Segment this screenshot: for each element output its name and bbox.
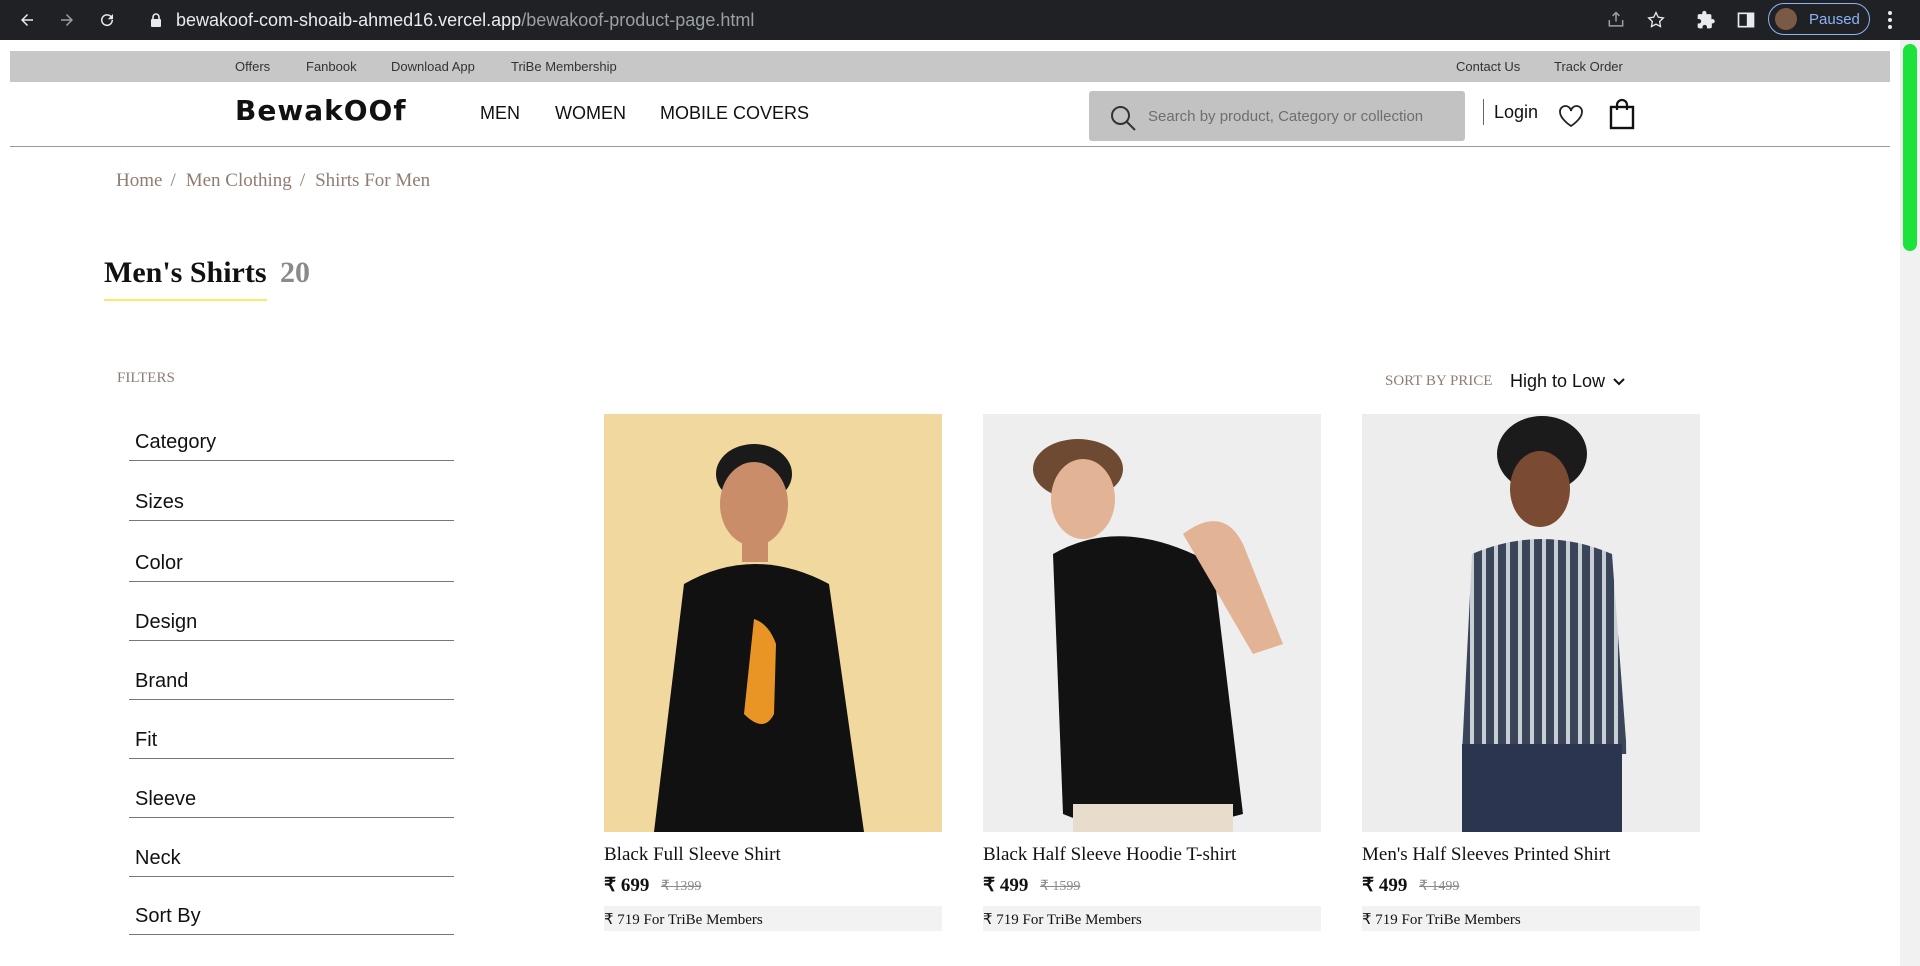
tribe-price-badge: ₹ 719 For TriBe Members: [604, 906, 942, 931]
product-name[interactable]: Men's Half Sleeves Printed Shirt: [1362, 844, 1610, 866]
filter-label: Category: [135, 431, 217, 453]
extensions-icon[interactable]: [1694, 8, 1718, 32]
logo[interactable]: BewakOOf: [235, 94, 407, 127]
scrollbar-thumb[interactable]: [1903, 44, 1917, 251]
product-image[interactable]: [983, 414, 1321, 832]
share-icon[interactable]: [1604, 8, 1628, 32]
top-strip: Offers Fanbook Download App TriBe Member…: [10, 51, 1890, 82]
filter-sleeve[interactable]: Sleeve: [129, 774, 454, 818]
filter-label: Design: [135, 611, 198, 633]
filter-sizes[interactable]: Sizes: [129, 477, 454, 521]
wishlist-heart-icon[interactable]: [1557, 103, 1585, 129]
search-bar[interactable]: Search by product, Category or collectio…: [1089, 91, 1465, 141]
login-link[interactable]: Login: [1494, 102, 1538, 123]
topstrip-offers[interactable]: Offers: [235, 59, 270, 74]
reload-icon[interactable]: [94, 7, 120, 33]
filter-label: Sort By: [135, 905, 201, 927]
shopping-bag-icon[interactable]: [1607, 98, 1637, 130]
search-icon: [1111, 106, 1136, 131]
filter-label: Fit: [135, 729, 158, 751]
product-image[interactable]: [604, 414, 942, 832]
nav-men[interactable]: MEN: [480, 103, 520, 124]
product-mrp: ₹ 1399: [661, 879, 702, 894]
filter-label: Sizes: [135, 491, 184, 513]
product-price: ₹ 699: [604, 875, 650, 896]
page: Offers Fanbook Download App TriBe Member…: [0, 40, 1920, 966]
filter-fit[interactable]: Fit: [129, 715, 454, 759]
filter-brand[interactable]: Brand: [129, 656, 454, 700]
breadcrumb: Home / Men Clothing / Shirts For Men: [116, 170, 431, 191]
filter-neck[interactable]: Neck: [129, 833, 454, 877]
side-panel-icon[interactable]: [1734, 8, 1758, 32]
lock-icon: [151, 13, 161, 27]
tribe-price-text: ₹ 719 For TriBe Members: [983, 912, 1142, 928]
nav-women[interactable]: WOMEN: [555, 103, 626, 124]
search-input[interactable]: Search by product, Category or collectio…: [1148, 108, 1423, 125]
product-price: ₹ 499: [1362, 875, 1408, 896]
product-count: 20: [280, 256, 310, 289]
filter-design[interactable]: Design: [129, 597, 454, 641]
tribe-price-badge: ₹ 719 For TriBe Members: [983, 906, 1321, 931]
filter-color[interactable]: Color: [129, 538, 454, 582]
tribe-price-text: ₹ 719 For TriBe Members: [1362, 912, 1521, 928]
tribe-price-badge: ₹ 719 For TriBe Members: [1362, 906, 1700, 931]
sort-label: SORT BY PRICE: [1385, 373, 1493, 389]
filter-label: Color: [135, 552, 183, 574]
filter-label: Neck: [135, 847, 181, 869]
page-title: Men's Shirts: [104, 256, 267, 289]
filter-label: Sleeve: [135, 788, 197, 810]
divider: [1483, 99, 1484, 125]
browser-toolbar: bewakoof-com-shoaib-ahmed16.vercel.app/b…: [0, 0, 1920, 40]
filters-heading: FILTERS: [117, 370, 175, 386]
site-header: BewakOOf MEN WOMEN MOBILE COVERS Search …: [10, 82, 1890, 147]
filter-label: Brand: [135, 670, 189, 692]
topstrip-contact-us[interactable]: Contact Us: [1456, 59, 1520, 74]
product-price: ₹ 499: [983, 875, 1029, 896]
breadcrumb-men-clothing[interactable]: Men Clothing: [186, 170, 292, 191]
topstrip-download-app[interactable]: Download App: [391, 59, 475, 74]
product-name[interactable]: Black Full Sleeve Shirt: [604, 844, 781, 866]
topstrip-track-order[interactable]: Track Order: [1554, 59, 1623, 74]
product-name[interactable]: Black Half Sleeve Hoodie T-shirt: [983, 844, 1236, 866]
profile-button[interactable]: Paused: [1768, 3, 1870, 35]
back-icon[interactable]: [14, 7, 40, 33]
bookmark-star-icon[interactable]: [1644, 8, 1668, 32]
product-image[interactable]: [1362, 414, 1700, 832]
avatar: [1775, 8, 1797, 30]
title-underline: [104, 299, 267, 301]
menu-kebab-icon[interactable]: [1884, 8, 1896, 32]
breadcrumb-home[interactable]: Home: [116, 170, 162, 191]
forward-icon[interactable]: [54, 7, 80, 33]
address-bar[interactable]: bewakoof-com-shoaib-ahmed16.vercel.app/b…: [132, 4, 1662, 36]
product-mrp: ₹ 1499: [1419, 879, 1460, 894]
chevron-down-icon[interactable]: [1612, 375, 1626, 389]
topstrip-fanbook[interactable]: Fanbook: [306, 59, 357, 74]
nav-mobile-covers[interactable]: MOBILE COVERS: [660, 103, 809, 124]
filter-sort-by[interactable]: Sort By: [129, 891, 454, 935]
profile-status: Paused: [1809, 10, 1860, 28]
tribe-price-text: ₹ 719 For TriBe Members: [604, 912, 763, 928]
sort-select[interactable]: High to Low: [1510, 371, 1605, 392]
url-text: bewakoof-com-shoaib-ahmed16.vercel.app/b…: [176, 9, 755, 30]
filter-category[interactable]: Category: [129, 417, 454, 461]
topstrip-tribe-membership[interactable]: TriBe Membership: [511, 59, 617, 74]
breadcrumb-shirts-for-men[interactable]: Shirts For Men: [315, 170, 430, 191]
product-mrp: ₹ 1599: [1040, 879, 1081, 894]
